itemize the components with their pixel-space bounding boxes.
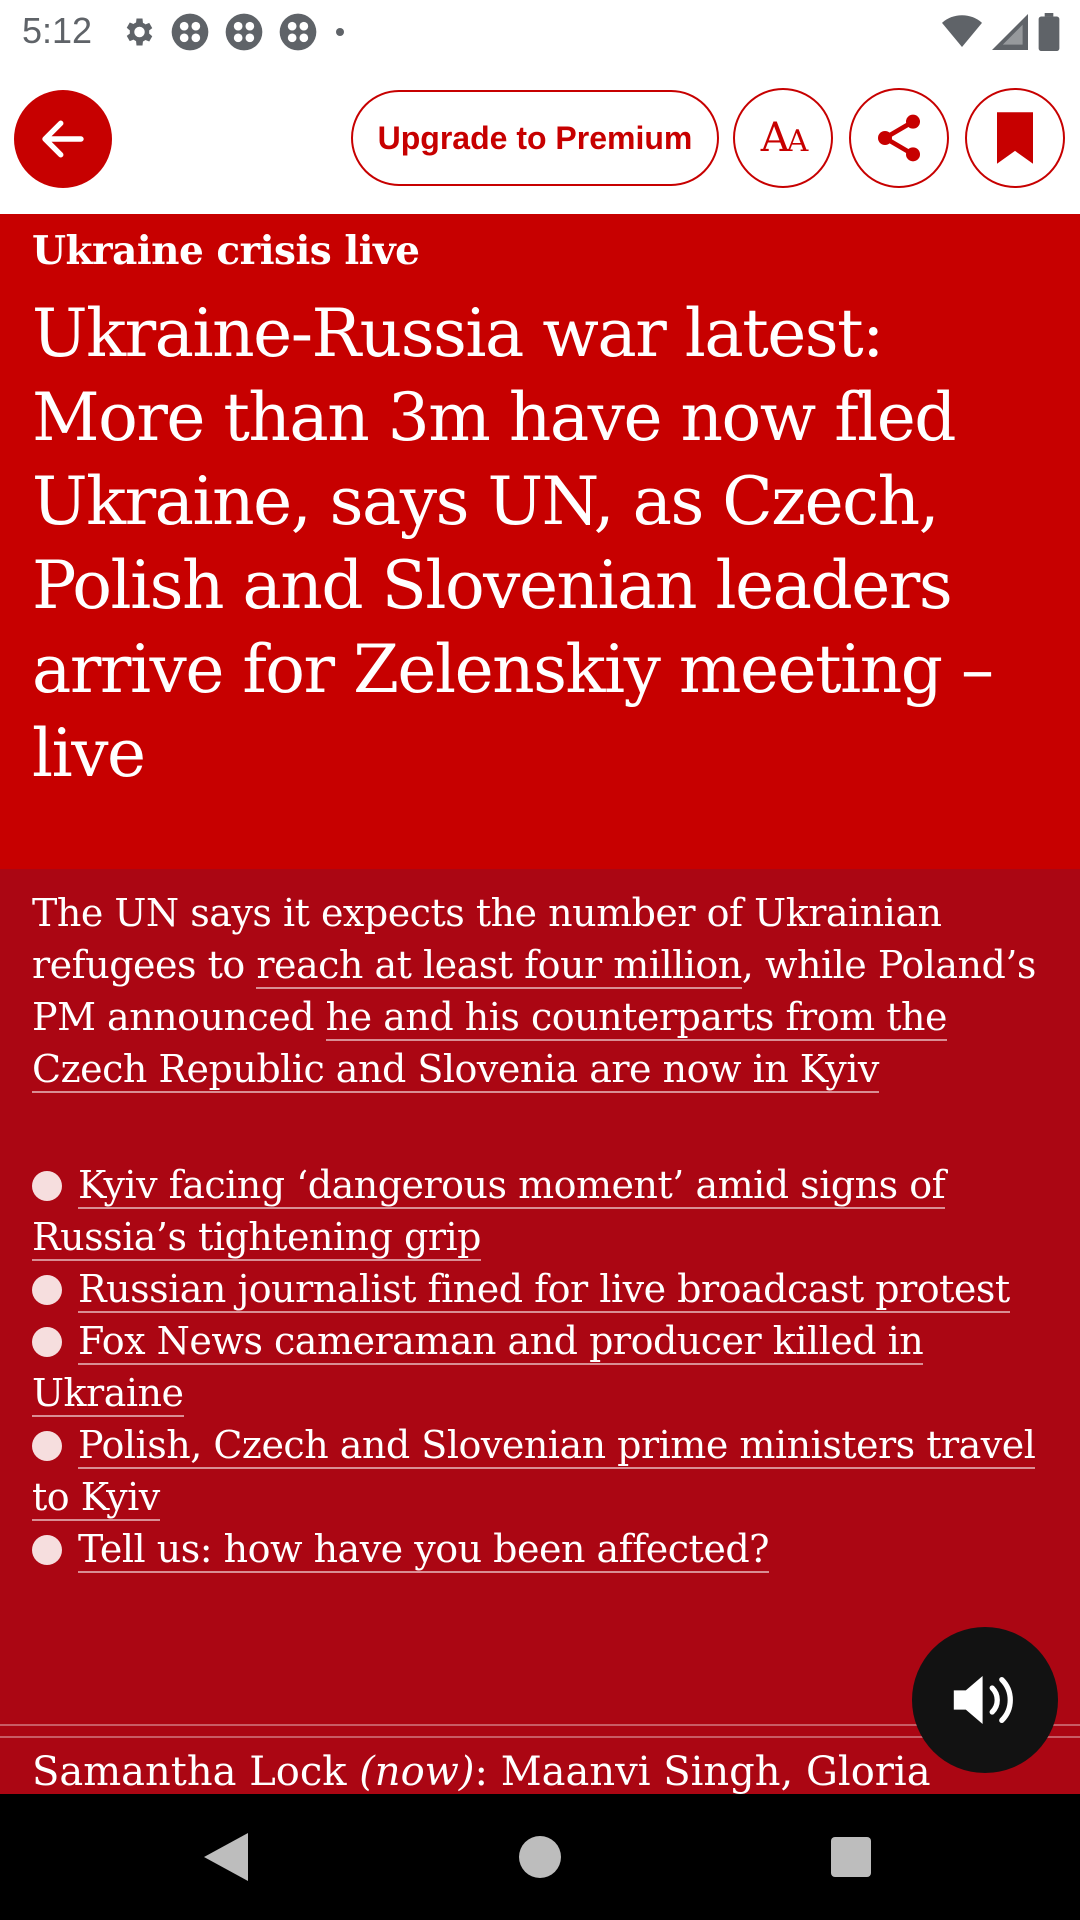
key-event-link[interactable]: Tell us: how have you been affected? (78, 1527, 770, 1573)
byline-author[interactable]: Samantha Lock (32, 1749, 346, 1794)
upgrade-premium-button[interactable]: Upgrade to Premium (351, 90, 719, 186)
byline: Samantha Lock (now): Maanvi Singh, Glori… (32, 1749, 1042, 1794)
list-item: Kyiv facing ‘dangerous moment’ amid sign… (32, 1159, 1042, 1263)
system-nav-bar (0, 1794, 1080, 1920)
battery-icon (1038, 13, 1060, 51)
wifi-icon (942, 15, 982, 48)
article-kicker: Ukraine crisis live (32, 228, 420, 274)
key-event-link[interactable]: Fox News cameraman and producer killed i… (32, 1319, 924, 1417)
triangle-back-icon (204, 1833, 248, 1881)
nav-home-button[interactable] (507, 1824, 573, 1890)
bullet-dot-icon (32, 1171, 62, 1201)
app-icon (225, 13, 263, 51)
list-item: Polish, Czech and Slovenian prime minist… (32, 1419, 1042, 1523)
standfirst-link[interactable]: reach at least four million (256, 943, 742, 989)
text-size-icon: AA (760, 115, 809, 161)
app-bar: Upgrade to Premium AA (0, 64, 1080, 214)
article-standfirst: The UN says it expects the number of Ukr… (32, 887, 1042, 1095)
status-icons-left (120, 12, 348, 52)
signal-icon (992, 14, 1028, 50)
dot-icon (336, 28, 344, 36)
key-event-link[interactable]: Kyiv facing ‘dangerous moment’ amid sign… (32, 1163, 946, 1261)
list-item: Fox News cameraman and producer killed i… (32, 1315, 1042, 1419)
bookmark-button[interactable] (965, 88, 1065, 188)
circle-home-icon (519, 1836, 561, 1878)
app-icon (279, 13, 317, 51)
share-button[interactable] (849, 88, 949, 188)
bookmark-icon (997, 112, 1033, 164)
byline-text: Samantha Lock (now): Maanvi Singh, Glori… (32, 1749, 931, 1794)
article-headline: Ukraine-Russia war latest: More than 3m … (32, 295, 994, 792)
key-events-list: Kyiv facing ‘dangerous moment’ amid sign… (32, 1159, 1042, 1575)
byline-rest: : Maanvi Singh, Gloria (474, 1749, 931, 1794)
headline-block: Ukraine crisis live Ukraine-Russia war l… (0, 214, 1080, 869)
status-time: 5:12 (22, 10, 93, 51)
bullet-dot-icon (32, 1535, 62, 1565)
list-item: Tell us: how have you been affected? (32, 1523, 1042, 1575)
bullet-dot-icon (32, 1275, 62, 1305)
bullet-dot-icon (32, 1431, 62, 1461)
bullet-dot-icon (32, 1327, 62, 1357)
list-item: Russian journalist fined for live broadc… (32, 1263, 1042, 1315)
byline-tag: (now) (359, 1749, 475, 1794)
text-size-button[interactable]: AA (733, 88, 833, 188)
nav-back-button[interactable] (193, 1824, 259, 1890)
share-icon (878, 114, 920, 162)
status-bar: 5:12 (0, 0, 1080, 64)
speaker-icon (953, 1676, 1013, 1724)
key-event-link[interactable]: Polish, Czech and Slovenian prime minist… (32, 1423, 1036, 1521)
listen-audio-button[interactable] (912, 1627, 1058, 1773)
gear-icon (126, 18, 153, 46)
nav-recents-button[interactable] (818, 1824, 884, 1890)
key-event-link[interactable]: Russian journalist fined for live broadc… (78, 1267, 1010, 1313)
standfirst-block: The UN says it expects the number of Ukr… (0, 869, 1080, 1794)
arrow-left-icon (42, 120, 84, 158)
square-recents-icon (831, 1837, 871, 1877)
back-button[interactable] (14, 90, 112, 188)
app-icon (171, 13, 209, 51)
status-icons-right (942, 12, 1060, 52)
